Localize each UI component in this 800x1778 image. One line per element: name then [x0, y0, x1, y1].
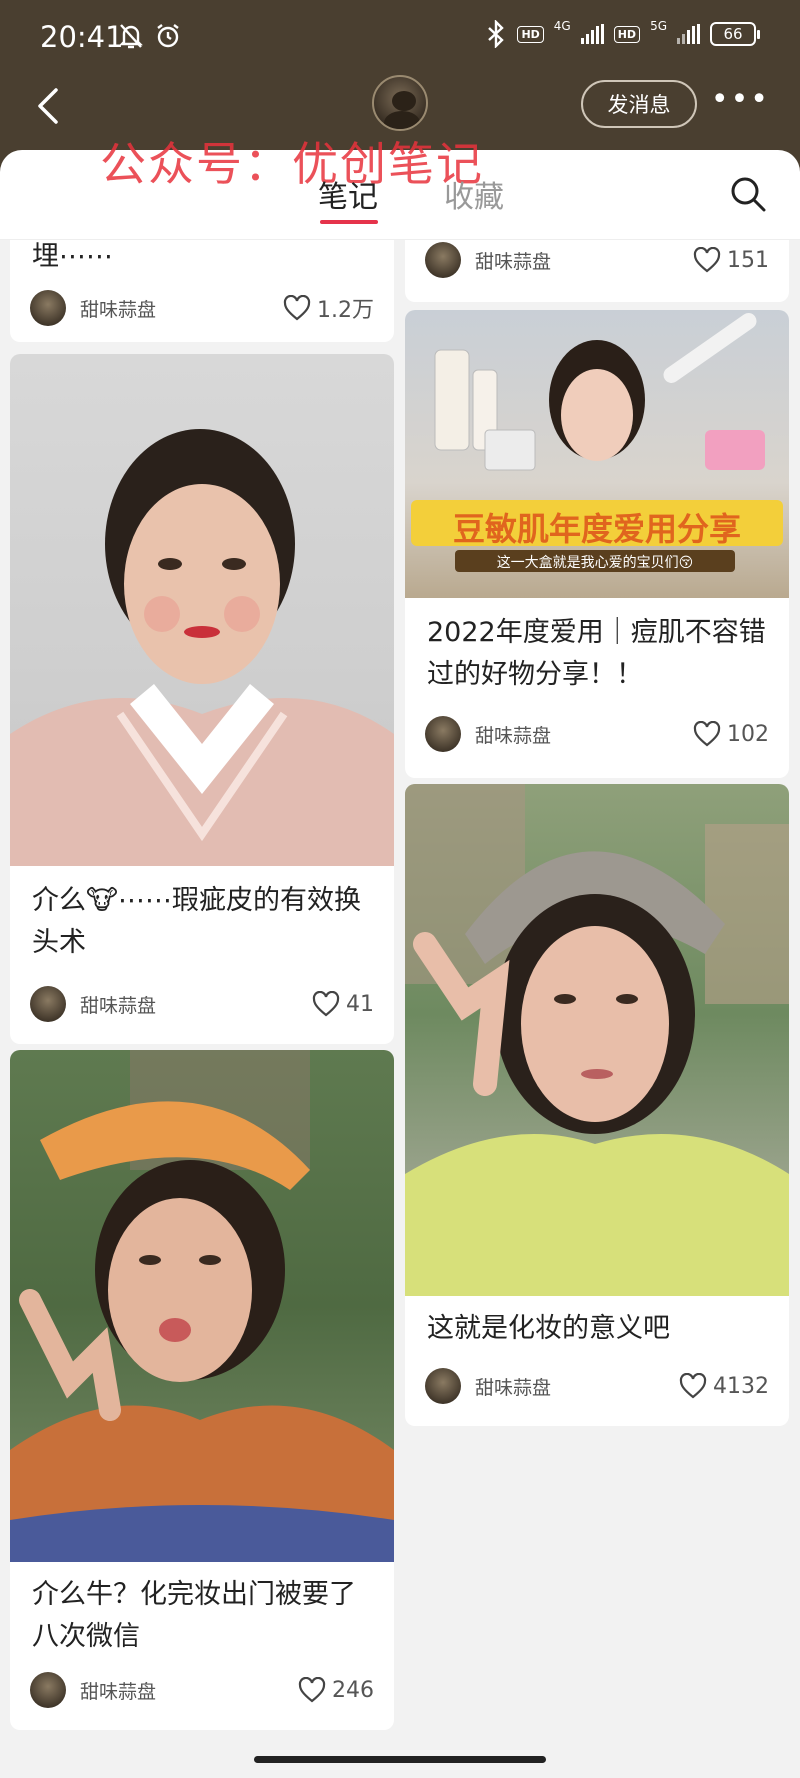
like-count: 41 [346, 991, 374, 1017]
status-icons-left [118, 22, 182, 50]
author-row: 甜味蒜盘 4132 [425, 1366, 769, 1406]
hd-badge: HD [517, 25, 544, 43]
like-button[interactable]: 1.2万 [283, 292, 374, 324]
profile-avatar[interactable] [372, 75, 428, 131]
heart-icon [283, 295, 311, 321]
like-count: 246 [332, 1677, 374, 1703]
notes-feed: 埋⋯⋯ 甜味蒜盘 1.2万 介么🐮⋯⋯瑕疵皮的有效换头术 甜味蒜盘 41 介么牛… [0, 240, 800, 1760]
author-avatar [30, 986, 66, 1022]
note-title: 这就是化妆的意义吧 [427, 1313, 670, 1344]
hd-badge-2: HD [613, 25, 641, 43]
cover-banner-text: 豆敏肌年度爱用分享 [452, 510, 741, 548]
heart-icon [298, 1677, 326, 1703]
like-button[interactable]: 41 [312, 991, 374, 1017]
author-row: 甜味蒜盘 151 [425, 240, 769, 280]
heart-icon [679, 1373, 707, 1399]
back-button[interactable] [30, 84, 70, 128]
note-card[interactable]: 介么🐮⋯⋯瑕疵皮的有效换头术 甜味蒜盘 41 [10, 354, 394, 1044]
author-avatar [425, 242, 461, 278]
note-cover-image [10, 354, 394, 866]
portrait-illustration [10, 1050, 394, 1562]
note-title: 介么牛？化完妆出门被要了八次微信 [32, 1579, 356, 1652]
author-row: 甜味蒜盘 246 [30, 1670, 374, 1710]
avatar-silhouette-icon [384, 91, 420, 129]
tab-notes[interactable]: 笔记 [318, 172, 378, 216]
note-card[interactable]: 埋⋯⋯ 甜味蒜盘 1.2万 [10, 240, 394, 342]
like-button[interactable]: 102 [693, 721, 769, 747]
heart-icon [312, 991, 340, 1017]
author-avatar [30, 290, 66, 326]
status-time: 20:41 [40, 20, 124, 54]
note-cover-image [405, 784, 789, 1296]
author-name: 甜味蒜盘 [475, 250, 552, 273]
author-name: 甜味蒜盘 [475, 1376, 552, 1399]
note-card[interactable]: 这就是化妆的意义吧 甜味蒜盘 4132 [405, 784, 789, 1426]
portrait-illustration [10, 429, 394, 866]
author-name: 甜味蒜盘 [80, 298, 157, 321]
status-indicators: HD 4G HD 5G 66 [485, 19, 760, 48]
status-bar: 20:41 HD 4G HD 5G 66 [0, 0, 800, 76]
author-avatar [425, 716, 461, 752]
note-title: 介么🐮⋯⋯瑕疵皮的有效换头术 [32, 885, 361, 958]
like-count: 151 [727, 247, 769, 273]
battery-indicator: 66 [710, 22, 760, 46]
note-cover-image: 豆敏肌年度爱用分享 这一大盒就是我心爱的宝贝们😚 [405, 310, 789, 598]
bluetooth-icon [488, 20, 505, 48]
like-button[interactable]: 4132 [679, 1373, 769, 1399]
cover-subbanner-text: 这一大盒就是我心爱的宝贝们😚 [496, 555, 694, 571]
network-4g: 4G [553, 19, 571, 33]
watermark-text: 公众号：优创笔记 [100, 137, 484, 191]
author-avatar [425, 1368, 461, 1404]
heart-icon [693, 247, 721, 273]
chevron-left-icon [38, 88, 58, 124]
search-icon [731, 177, 766, 212]
author-row: 甜味蒜盘 102 [425, 714, 769, 754]
note-card[interactable]: 介么牛？化完妆出门被要了八次微信 甜味蒜盘 246 [10, 1050, 394, 1730]
note-title: 埋⋯⋯ [32, 241, 113, 272]
like-count: 1.2万 [317, 298, 374, 323]
signal-bars-icon [580, 24, 604, 44]
more-options-button[interactable]: ••• [711, 85, 770, 115]
like-count: 102 [727, 721, 769, 747]
like-count: 4132 [713, 1373, 769, 1399]
author-row: 甜味蒜盘 41 [30, 984, 374, 1024]
signal-bars-icon-2 [677, 24, 700, 44]
alarm-icon [157, 24, 179, 48]
author-name: 甜味蒜盘 [475, 724, 552, 747]
note-card[interactable]: 甜味蒜盘 151 [405, 240, 789, 302]
author-name: 甜味蒜盘 [80, 994, 157, 1017]
note-cover-image [10, 1050, 394, 1562]
like-button[interactable]: 246 [298, 1677, 374, 1703]
bell-muted-icon [119, 24, 143, 49]
search-button[interactable] [728, 174, 768, 214]
tab-collections[interactable]: 收藏 [444, 172, 504, 216]
note-title: 2022年度爱用｜痘肌不容错过的好物分享！！ [427, 617, 766, 690]
tab-active-indicator [320, 220, 378, 224]
network-5g: 5G [650, 19, 667, 33]
send-message-button[interactable]: 发消息 [581, 80, 697, 128]
home-indicator[interactable] [254, 1756, 546, 1763]
profile-tabs: 公众号：优创笔记 笔记 收藏 [0, 137, 800, 240]
heart-icon [693, 721, 721, 747]
portrait-illustration [405, 784, 789, 1296]
author-row: 甜味蒜盘 1.2万 [30, 288, 374, 328]
like-button[interactable]: 151 [693, 247, 769, 273]
author-avatar [30, 1672, 66, 1708]
note-card[interactable]: 豆敏肌年度爱用分享 这一大盒就是我心爱的宝贝们😚 2022年度爱用｜痘肌不容错过… [405, 310, 789, 778]
author-name: 甜味蒜盘 [80, 1680, 157, 1703]
